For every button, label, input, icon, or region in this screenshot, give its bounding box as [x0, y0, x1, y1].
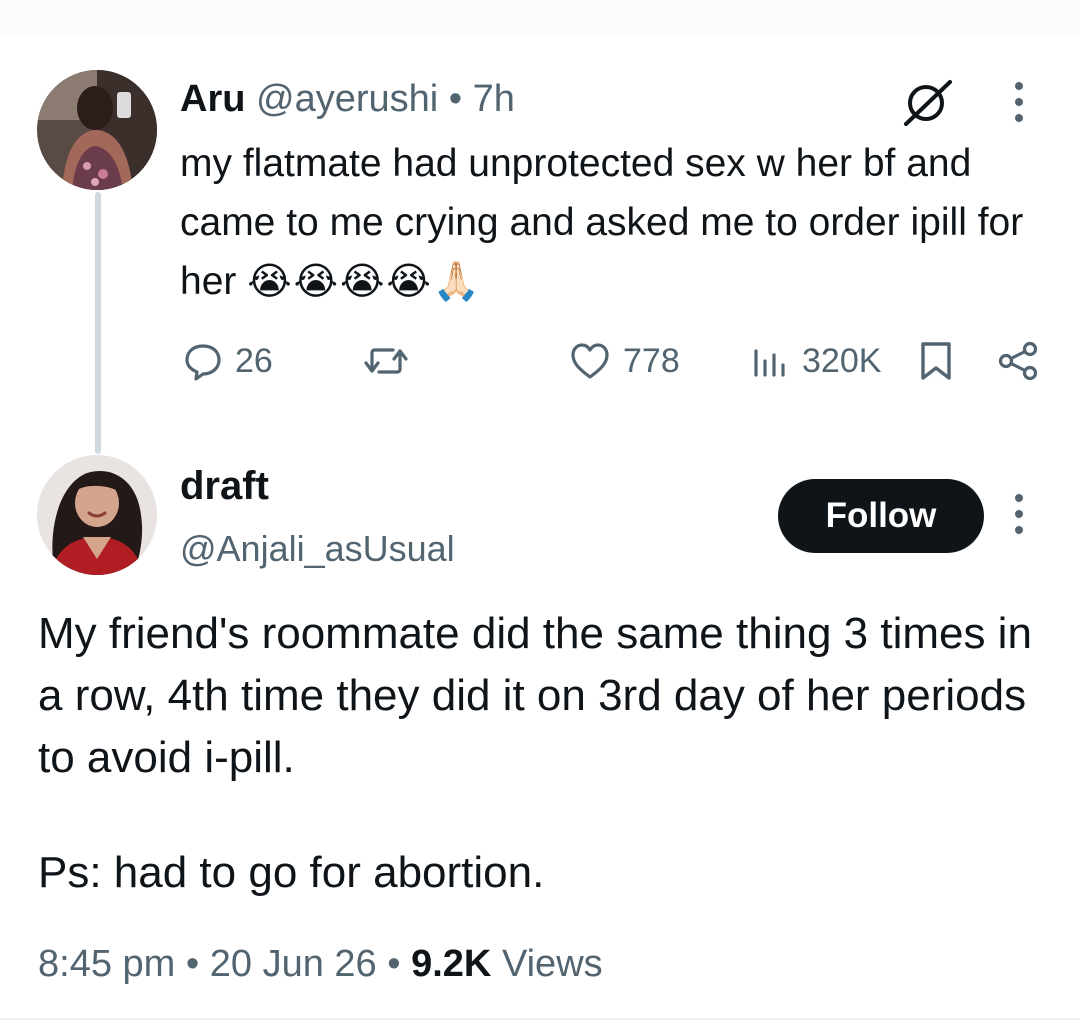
- bookmark-icon: [921, 342, 951, 380]
- bookmark-action[interactable]: [918, 336, 954, 386]
- tweet-text: My friend's roommate did the same thing …: [38, 609, 1032, 782]
- avatar-photo-icon: [37, 455, 157, 575]
- tweet-time[interactable]: 8:45 pm: [38, 943, 175, 985]
- views-action[interactable]: 320K: [750, 336, 881, 386]
- tweet-header: Aru @ayerushi • 7h: [180, 76, 515, 122]
- more-icon[interactable]: [1013, 492, 1025, 536]
- views-label: Views: [501, 943, 603, 985]
- handle[interactable]: @ayerushi: [256, 78, 438, 120]
- tweet-footer: 8:45 pm • 20 Jun 26 • 9.2K Views: [38, 936, 603, 992]
- share-icon: [998, 341, 1038, 381]
- reply-count: 26: [235, 341, 273, 380]
- reply-action[interactable]: 26: [183, 336, 273, 386]
- share-action[interactable]: [997, 336, 1039, 386]
- tweet-time[interactable]: 7h: [473, 78, 515, 120]
- repost-icon: [364, 348, 408, 374]
- handle[interactable]: @Anjali_asUsual: [180, 527, 455, 571]
- repost-action[interactable]: [363, 336, 421, 386]
- avatar[interactable]: [37, 70, 157, 190]
- tweet-date[interactable]: 20 Jun 26: [210, 943, 377, 985]
- meta-separator: •: [185, 943, 200, 985]
- follow-button[interactable]: Follow: [778, 479, 984, 553]
- views-count[interactable]: 9.2K: [411, 943, 491, 985]
- thread-connector-line: [95, 192, 101, 454]
- display-name[interactable]: Aru: [180, 78, 245, 120]
- more-icon[interactable]: [1013, 80, 1025, 124]
- avatar[interactable]: [37, 455, 157, 575]
- tweet-text: my flatmate had unprotected sex w her bf…: [180, 134, 1060, 312]
- tweet-text-postscript: Ps: had to go for abortion.: [38, 848, 545, 897]
- like-icon: [571, 343, 609, 379]
- like-action[interactable]: 778: [569, 336, 680, 386]
- avatar-photo-icon: [37, 70, 157, 190]
- views-count: 320K: [802, 341, 882, 380]
- grok-icon[interactable]: [902, 78, 954, 126]
- display-name[interactable]: draft: [180, 462, 269, 510]
- meta-separator: •: [448, 78, 463, 120]
- views-icon: [754, 349, 785, 377]
- meta-separator: •: [387, 943, 401, 985]
- like-count: 778: [623, 341, 680, 380]
- status-band: [0, 0, 1080, 34]
- divider: [0, 1018, 1080, 1020]
- reply-icon: [185, 344, 221, 381]
- tweet-emoji: 😭😭😭😭🙏🏻: [247, 261, 483, 303]
